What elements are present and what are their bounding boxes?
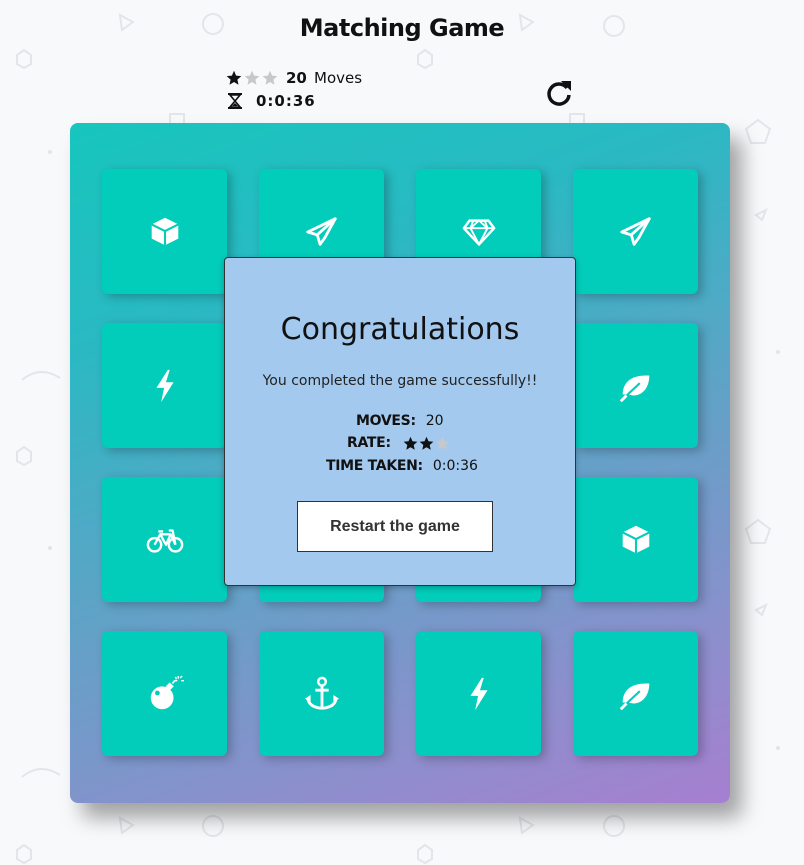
page-title: Matching Game — [299, 14, 505, 42]
repeat-icon[interactable] — [544, 78, 574, 108]
bolt-icon — [469, 677, 488, 710]
star-icon — [435, 436, 450, 450]
card[interactable] — [573, 323, 698, 448]
congratulations-modal: Congratulations You completed the game s… — [224, 257, 576, 586]
card[interactable] — [259, 631, 384, 756]
star-icon — [226, 70, 242, 85]
diamond-icon — [462, 218, 495, 246]
card[interactable] — [416, 631, 541, 756]
timer: 0:0:36 — [256, 92, 316, 110]
score-panel: 20 Moves 0:0:36 — [226, 68, 586, 112]
bolt-icon — [155, 369, 174, 402]
card[interactable] — [102, 169, 227, 294]
modal-heading: Congratulations — [280, 312, 520, 347]
leaf-icon — [619, 374, 649, 402]
card[interactable] — [573, 169, 698, 294]
cube-icon — [621, 525, 650, 553]
paper-plane-icon — [619, 216, 651, 246]
restart-game-button[interactable]: Restart the game — [297, 501, 493, 552]
bicycle-icon — [146, 528, 183, 553]
moves-stat-label: MOVES: — [356, 413, 416, 429]
leaf-icon — [619, 682, 649, 710]
moves-stat-value: 20 — [425, 413, 444, 429]
star-rating — [226, 68, 280, 88]
time-stat-value: 0:0:36 — [432, 458, 478, 474]
moves-label: Moves — [314, 69, 363, 87]
rate-stat-label: RATE: — [347, 435, 391, 451]
rate-stat: RATE: — [347, 433, 451, 453]
star-icon — [419, 436, 434, 450]
card[interactable] — [573, 477, 698, 602]
anchor-icon — [304, 676, 339, 710]
modal-message: You completed the game successfully!! — [262, 373, 538, 389]
star-icon — [262, 70, 278, 85]
moves-stat: MOVES: 20 — [356, 411, 444, 431]
star-icon — [403, 436, 418, 450]
card[interactable] — [102, 631, 227, 756]
rate-stars — [403, 436, 451, 451]
bomb-icon — [150, 674, 184, 709]
time-stat: TIME TAKEN: 0:0:36 — [326, 456, 478, 476]
cube-icon — [150, 217, 179, 245]
card[interactable] — [573, 631, 698, 756]
card[interactable] — [102, 323, 227, 448]
card[interactable] — [102, 477, 227, 602]
moves-count: 20 — [286, 69, 307, 87]
time-stat-label: TIME TAKEN: — [326, 458, 423, 474]
star-icon — [244, 70, 260, 85]
paper-plane-icon — [305, 216, 337, 246]
hourglass-icon — [228, 93, 242, 109]
